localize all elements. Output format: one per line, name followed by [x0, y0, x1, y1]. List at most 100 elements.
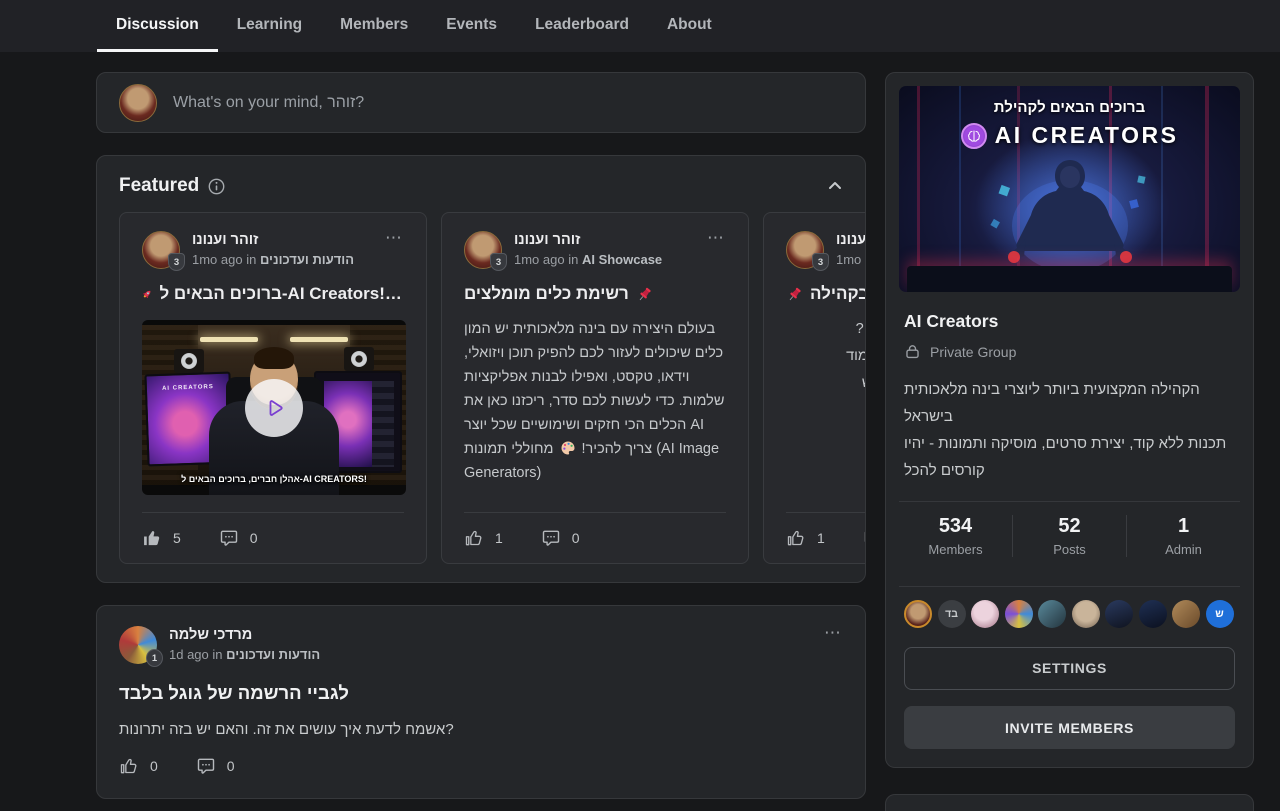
group-banner[interactable]: ברוכים הבאים לקהילת AI CREATORS: [899, 86, 1240, 292]
member-avatar[interactable]: [1072, 600, 1100, 628]
thumbs-up-icon: [119, 756, 139, 776]
comment-button[interactable]: 0: [219, 528, 258, 548]
play-button[interactable]: [245, 379, 303, 437]
description-line: הקהילה המקצועית ביותר ליוצרי בינה מלאכות…: [904, 376, 1235, 430]
group-sidebar: ברוכים הבאים לקהילת AI CREATORS AI Creat…: [885, 72, 1254, 811]
card-header: 3 זוהר וענונו 1mo ago in AI Showcase ⋯: [464, 231, 726, 269]
composer-placeholder: What's on your mind, זוהר?: [173, 94, 364, 112]
stat-value: 52: [1013, 515, 1126, 538]
post-title[interactable]: לגביי הרשמה של גוגל בלבד: [119, 682, 843, 704]
post-meta: 1d ago in הודעות ועדכונים: [169, 647, 320, 662]
like-button[interactable]: 5: [142, 528, 181, 548]
comment-count: 0: [250, 530, 258, 546]
tab-leaderboard[interactable]: Leaderboard: [516, 0, 648, 52]
stat-members[interactable]: 534 Members: [899, 515, 1012, 557]
lock-icon: [904, 343, 921, 360]
comment-button[interactable]: 0: [541, 528, 580, 548]
post-age: 1mo ago in: [514, 252, 578, 267]
member-avatar[interactable]: [971, 600, 999, 628]
group-info-card: ברוכים הבאים לקהילת AI CREATORS AI Creat…: [885, 72, 1254, 768]
author-avatar[interactable]: 3: [464, 231, 502, 269]
comment-count: 0: [227, 758, 235, 774]
card-header: 3 זוהר וענונו 1mo ago in הודעות ועדכונים…: [142, 231, 404, 269]
palette-icon: [560, 440, 576, 456]
more-menu-icon[interactable]: ⋯: [822, 626, 843, 640]
invite-members-button[interactable]: INVITE MEMBERS: [904, 706, 1235, 749]
author-name[interactable]: זוהר וענונו: [836, 232, 865, 248]
member-avatar[interactable]: [1172, 600, 1200, 628]
featured-card-tools[interactable]: 3 זוהר וענונו 1mo ago in AI Showcase ⋯ ר…: [441, 212, 749, 564]
chevron-up-icon[interactable]: [827, 178, 843, 194]
more-menu-icon[interactable]: ⋯: [705, 231, 726, 245]
comment-icon: [541, 528, 561, 548]
monitor-text: AI CREATORS: [147, 384, 229, 393]
author-name[interactable]: מרדכי שלמה: [169, 627, 320, 643]
like-button[interactable]: 0: [119, 756, 158, 776]
body-line: לנעוץ הודעות ניתן: [786, 451, 865, 478]
member-avatar[interactable]: [1105, 600, 1133, 628]
member-avatar[interactable]: [1139, 600, 1167, 628]
group-stats: 534 Members 52 Posts 1 Admin: [899, 502, 1240, 569]
stat-posts[interactable]: 52 Posts: [1012, 515, 1126, 557]
card-body: בעולם היצירה עם בינה מלאכותית יש המון כל…: [464, 317, 726, 485]
settings-button[interactable]: SETTINGS: [904, 647, 1235, 690]
tab-about[interactable]: About: [648, 0, 731, 52]
member-avatar-initials[interactable]: ש: [1206, 600, 1234, 628]
author-avatar[interactable]: 3: [786, 231, 824, 269]
card-title[interactable]: ברוכים הבאים ל-AI Creators! המדריך המלא …: [142, 284, 404, 304]
card-title[interactable]: איך להשתמש בקהילה: [786, 284, 865, 304]
tab-discussion[interactable]: Discussion: [97, 0, 218, 52]
banner-desk: [907, 266, 1232, 292]
comment-button[interactable]: 0: [196, 756, 235, 776]
body-text: למעלה ?: [856, 321, 865, 337]
post-category[interactable]: הודעות ועדכונים: [226, 647, 320, 662]
banner-figure: [970, 156, 1170, 282]
member-avatar-initials[interactable]: בד: [938, 600, 966, 628]
comment-icon: [863, 528, 865, 548]
privacy-label: Private Group: [930, 344, 1016, 360]
post-age: 1mo ago in: [192, 252, 256, 267]
description-line: תכנות ללא קוד, יצירת סרטים, מוסיקה ותמונ…: [904, 430, 1235, 484]
featured-header: Featured: [97, 156, 865, 212]
info-icon[interactable]: [208, 178, 225, 195]
tab-events[interactable]: Events: [427, 0, 516, 52]
post-composer[interactable]: What's on your mind, זוהר?: [96, 72, 866, 133]
post-meta: 1mo ago in הודעות ועדכונים: [836, 252, 865, 267]
author-avatar[interactable]: 3: [142, 231, 180, 269]
body-line: שם תמצאו את כל התכנים שיש: [786, 370, 865, 397]
more-menu-icon[interactable]: ⋯: [383, 231, 404, 245]
featured-card-guide[interactable]: 3 זוהר וענונו 1mo ago in הודעות ועדכונים…: [763, 212, 865, 564]
post-category[interactable]: הודעות ועדכונים: [260, 252, 354, 267]
author-name[interactable]: זוהר וענונו: [514, 232, 662, 248]
stat-admins[interactable]: 1 Admin: [1126, 515, 1240, 557]
tab-learning[interactable]: Learning: [218, 0, 321, 52]
member-avatar[interactable]: [904, 600, 932, 628]
author-name[interactable]: זוהר וענונו: [192, 232, 354, 248]
member-avatar[interactable]: [1005, 600, 1033, 628]
rocket-icon: [142, 285, 152, 303]
author-avatar[interactable]: 1: [119, 626, 157, 664]
author-info: זוהר וענונו 1mo ago in הודעות ועדכונים: [836, 231, 865, 267]
like-button[interactable]: 1: [786, 528, 825, 548]
feed-post[interactable]: 1 מרדכי שלמה 1d ago in הודעות ועדכונים ⋯…: [96, 605, 866, 799]
brain-logo-icon: [961, 123, 987, 149]
speaker: [174, 349, 204, 373]
member-avatar[interactable]: [1038, 600, 1066, 628]
like-button[interactable]: 1: [464, 528, 503, 548]
thumbs-up-icon: [464, 528, 484, 548]
comment-count: 0: [572, 530, 580, 546]
banner-brand-text: AI CREATORS: [995, 122, 1179, 149]
card-actions: 1 0: [464, 512, 726, 563]
video-thumbnail[interactable]: AI CREATORS אהלן חברים, ברוכים הבאים ל-A…: [142, 320, 406, 495]
pushpin-icon: [786, 286, 803, 303]
level-badge: 1: [146, 649, 163, 667]
card-title[interactable]: רשימת כלים מומלצים: [464, 284, 726, 304]
thumbs-up-icon: [786, 528, 806, 548]
post-header: 1 מרדכי שלמה 1d ago in הודעות ועדכונים ⋯: [119, 626, 843, 664]
featured-card-welcome[interactable]: 3 זוהר וענונו 1mo ago in הודעות ועדכונים…: [119, 212, 427, 564]
speaker: [344, 347, 374, 371]
stat-label: Admin: [1127, 542, 1240, 557]
comment-button[interactable]: 0: [863, 528, 865, 548]
post-category[interactable]: AI Showcase: [582, 252, 662, 267]
tab-members[interactable]: Members: [321, 0, 427, 52]
